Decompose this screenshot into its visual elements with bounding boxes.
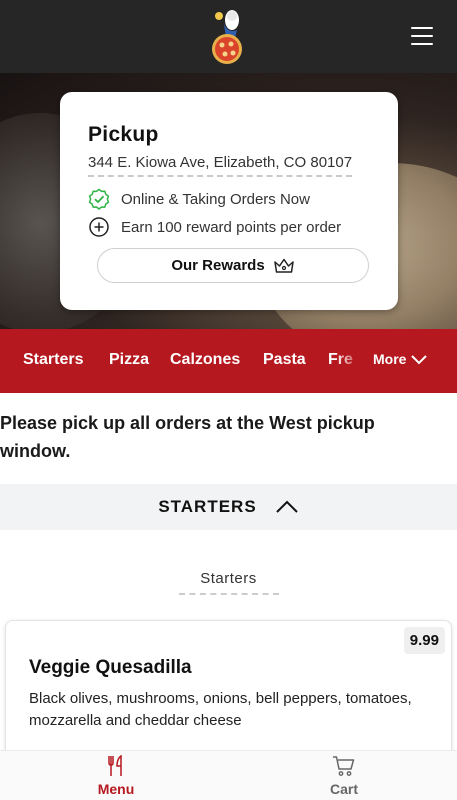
nav-menu-label: Menu [97, 781, 135, 797]
bottom-nav: Menu Cart [0, 750, 457, 800]
check-badge-icon [88, 188, 110, 210]
section-header-starters[interactable]: STARTERS [0, 484, 457, 530]
nav-menu[interactable]: Menu [56, 755, 176, 797]
item-price: 9.99 [403, 627, 445, 654]
category-pasta[interactable]: Pasta [263, 351, 306, 369]
category-starters[interactable]: Starters [23, 351, 83, 369]
location-card: Pickup 344 E. Kiowa Ave, Elizabeth, CO 8… [60, 92, 398, 310]
section-title: STARTERS [158, 497, 257, 516]
plus-circle-icon [89, 217, 109, 237]
nav-cart[interactable]: Cart [284, 755, 404, 797]
chevron-up-icon [275, 500, 298, 513]
store-status: Online & Taking Orders Now [88, 188, 310, 210]
our-rewards-label: Our Rewards [171, 257, 265, 274]
item-description: Black olives, mushrooms, onions, bell pe… [29, 690, 412, 729]
nav-cart-label: Cart [329, 781, 358, 797]
chevron-down-icon [411, 355, 428, 365]
store-status-text: Online & Taking Orders Now [121, 190, 310, 208]
more-categories-button[interactable]: More [373, 351, 428, 367]
crown-icon [273, 258, 294, 273]
category-pizza[interactable]: Pizza [109, 351, 149, 369]
hamburger-menu-icon[interactable] [411, 27, 433, 45]
our-rewards-button[interactable]: Our Rewards [97, 248, 369, 283]
order-type-title: Pickup [88, 123, 159, 146]
pickup-notice: Please pick up all orders at the West pi… [0, 413, 375, 461]
subcategory-divider [179, 593, 279, 595]
cart-icon [333, 756, 355, 776]
subcategory-title: Starters [200, 570, 257, 587]
store-address-link[interactable]: 344 E. Kiowa Ave, Elizabeth, CO 80107 [88, 154, 353, 177]
category-nav: Starters Pizza Calzones Pasta Fre More [0, 329, 457, 393]
fork-knife-icon [108, 755, 122, 776]
top-bar [0, 0, 457, 73]
reward-points-text: Earn 100 reward points per order [121, 218, 342, 236]
pizza-chef-logo[interactable] [207, 8, 249, 64]
more-label: More [373, 351, 407, 367]
category-calzones[interactable]: Calzones [170, 351, 240, 369]
reward-points-note: Earn 100 reward points per order [88, 216, 341, 238]
item-name: Veggie Quesadilla [29, 657, 192, 678]
